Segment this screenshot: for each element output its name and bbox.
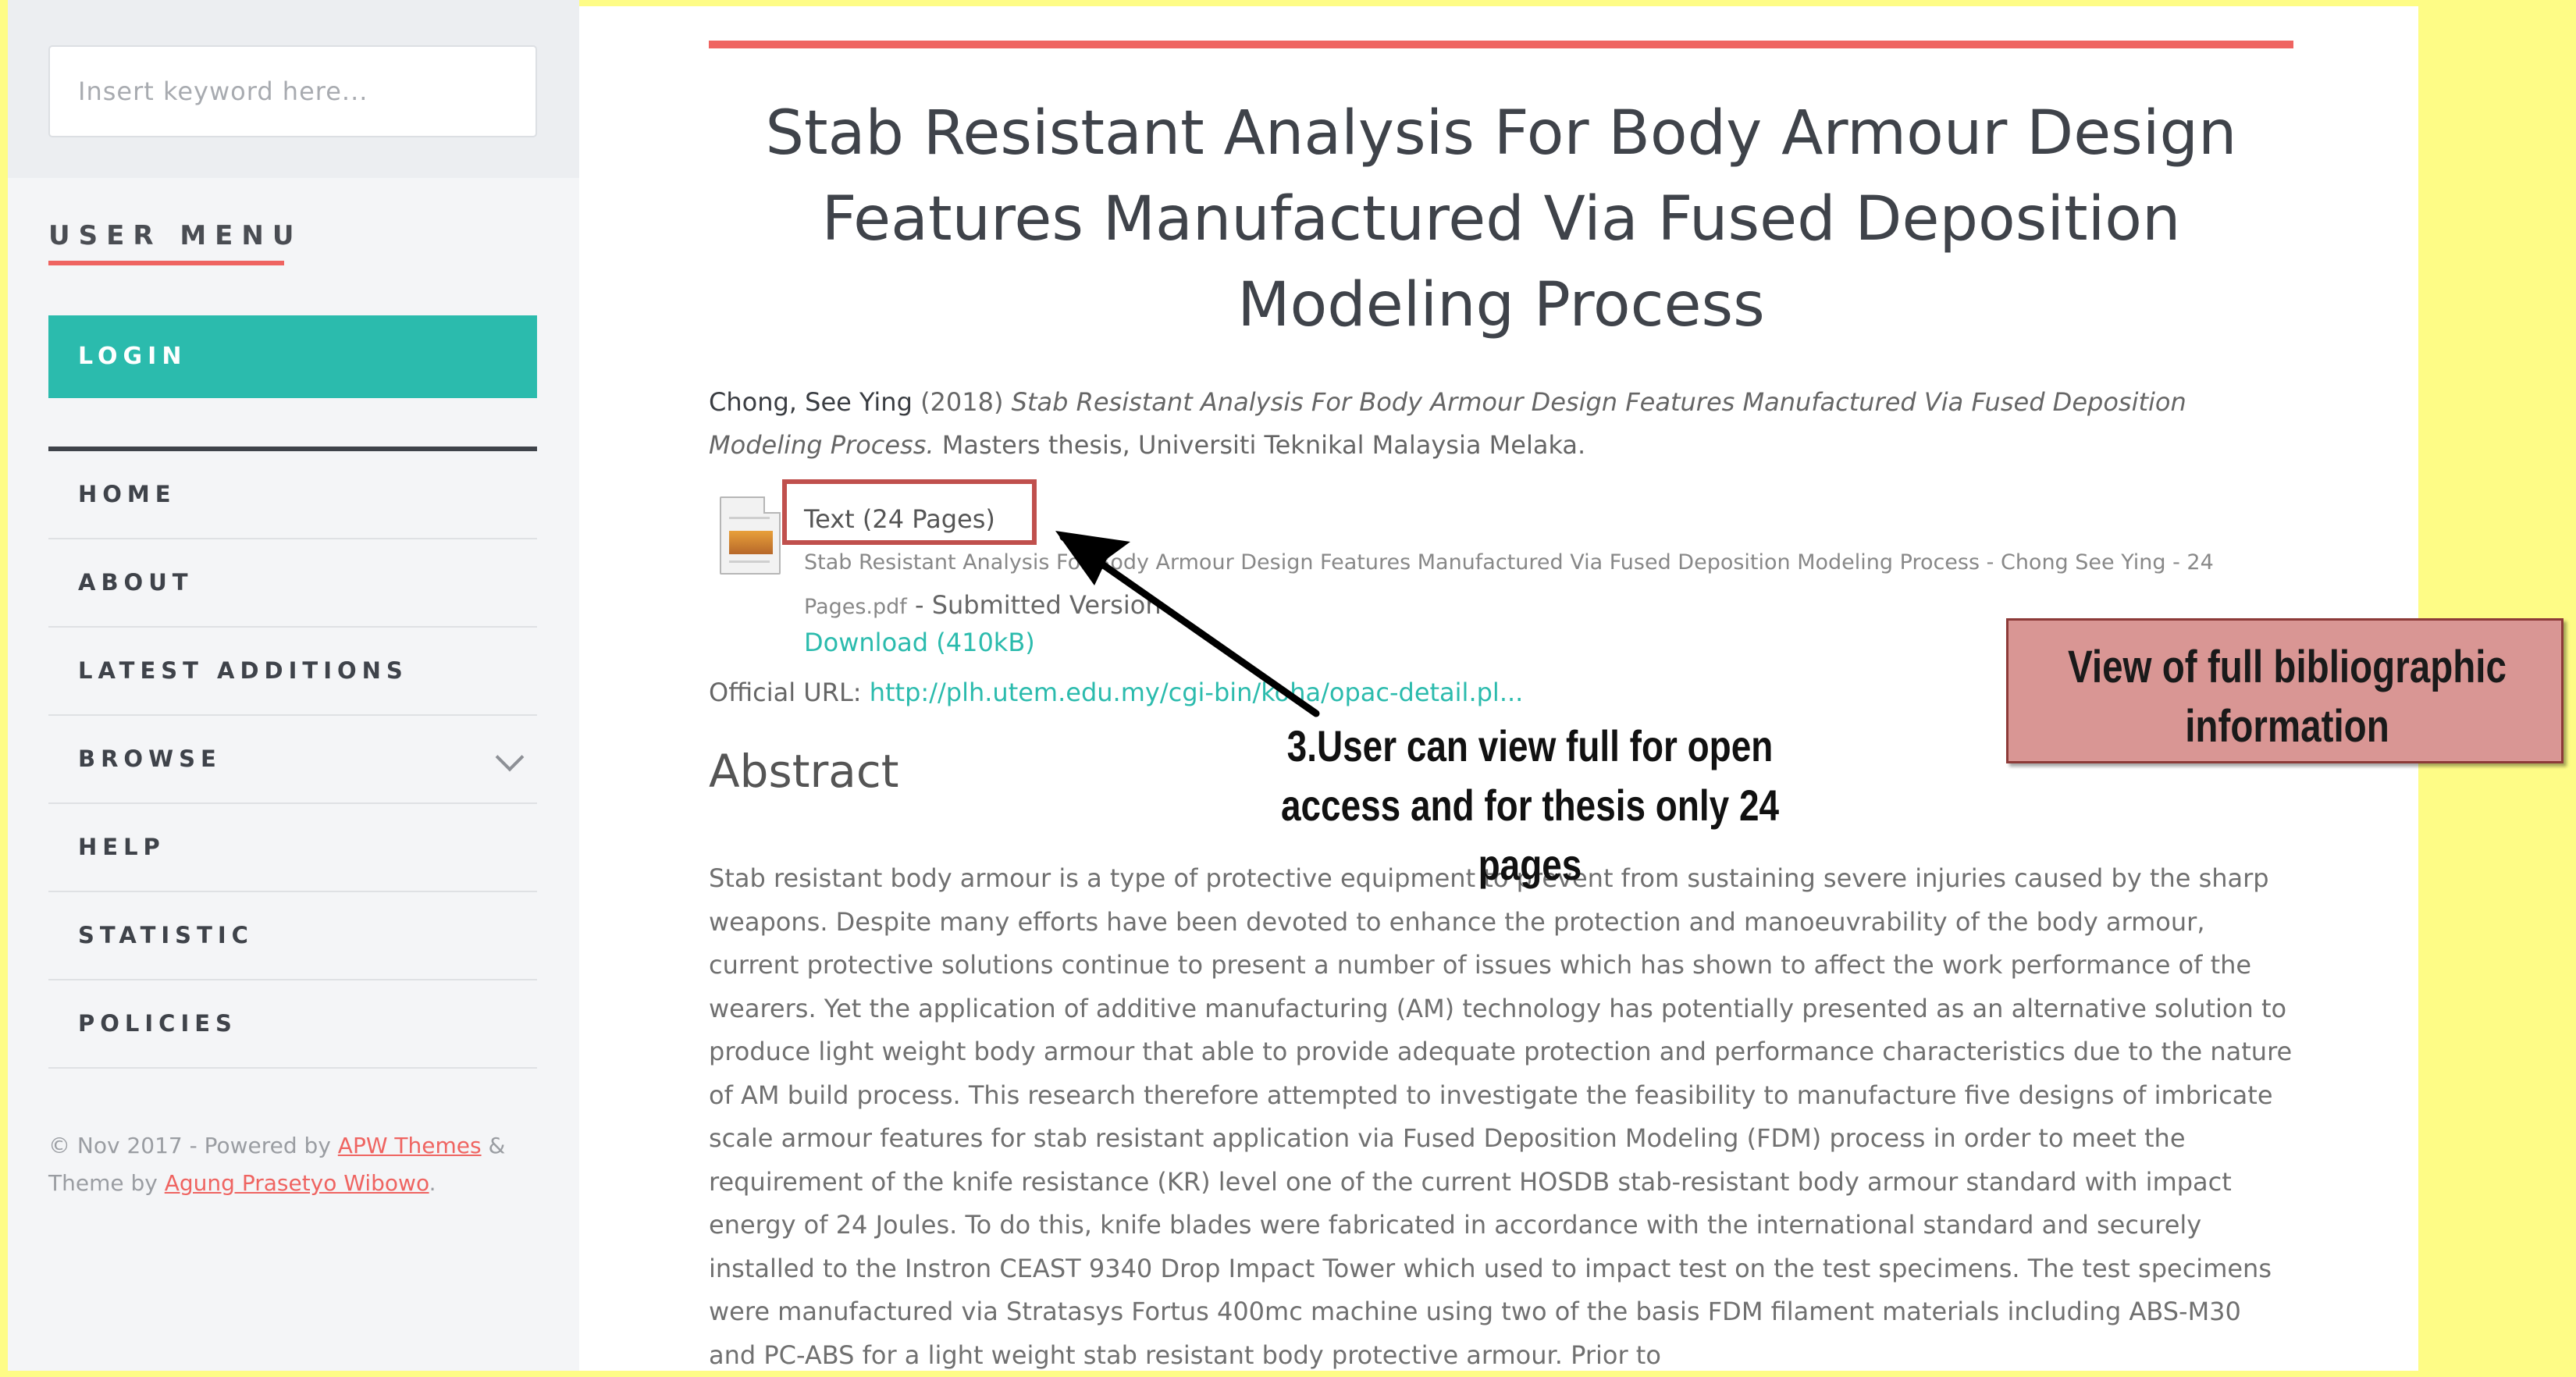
sidebar-item-help[interactable]: HELP (48, 804, 537, 892)
document-filename: Stab Resistant Analysis For Body Armour … (804, 542, 2272, 628)
document-version: - Submitted Version (906, 590, 1162, 620)
sidebar-item-home[interactable]: HOME (48, 451, 537, 539)
pdf-document-icon[interactable] (720, 496, 781, 575)
official-url: Official URL: http://plh.utem.edu.my/cgi… (709, 678, 1523, 707)
sidebar-item-label: STATISTIC (78, 922, 254, 948)
search-area (8, 0, 579, 178)
footer-suffix: . (429, 1170, 436, 1196)
bibliographic-callout: View of full bibliographic information (2006, 618, 2564, 763)
search-input[interactable] (48, 45, 537, 137)
chevron-down-icon[interactable] (495, 742, 525, 772)
abstract-heading: Abstract (709, 745, 899, 798)
sidebar-item-label: HELP (78, 834, 165, 860)
sidebar-item-latest-additions[interactable]: LATEST ADDITIONS (48, 628, 537, 716)
sidebar-item-label: POLICIES (78, 1010, 237, 1037)
abstract-text: Stab resistant body armour is a type of … (709, 863, 2293, 1370)
citation: Chong, See Ying (2018) Stab Resistant An… (709, 381, 2293, 467)
sidebar-item-label: ABOUT (78, 569, 194, 596)
sidebar-item-browse[interactable]: BROWSE (48, 716, 537, 804)
sidebar-item-statistic[interactable]: STATISTIC (48, 892, 537, 980)
citation-author: Chong, See Ying (709, 387, 913, 417)
sidebar-item-label: BROWSE (78, 745, 222, 772)
official-url-link[interactable]: http://plh.utem.edu.my/cgi-bin/koha/opac… (870, 678, 1524, 707)
sidebar-nav: HOME ABOUT LATEST ADDITIONS BROWSE HELP … (48, 451, 537, 1069)
login-button[interactable]: LOGIN (48, 315, 537, 398)
sidebar-item-label: LATEST ADDITIONS (78, 657, 408, 684)
citation-rest: Masters thesis, Universiti Teknikal Mala… (934, 430, 1586, 460)
apw-themes-link[interactable]: APW Themes (338, 1133, 482, 1158)
footer-amp: & (481, 1133, 506, 1158)
download-link[interactable]: Download (410kB) (804, 628, 1035, 657)
sidebar-item-about[interactable]: ABOUT (48, 539, 537, 628)
callout-box-text: View of full bibliographic information (2068, 642, 2507, 752)
official-url-label: Official URL: (709, 678, 870, 707)
sidebar-item-label: HOME (78, 481, 176, 507)
sidebar-item-policies[interactable]: POLICIES (48, 980, 537, 1069)
title-top-rule (709, 41, 2293, 48)
footer-copyright: © Nov 2017 - Powered by (48, 1133, 338, 1158)
citation-year: (2018) (912, 387, 1012, 417)
heading-underline (48, 261, 284, 265)
highlight-box (782, 479, 1037, 545)
footer-theme-by: Theme by (48, 1170, 165, 1196)
user-menu-heading: USER MENU (48, 220, 303, 251)
author-link[interactable]: Agung Prasetyo Wibowo (165, 1170, 429, 1196)
page-title: Stab Resistant Analysis For Body Armour … (765, 98, 2237, 340)
sidebar-footer: © Nov 2017 - Powered by APW Themes & The… (48, 1127, 548, 1202)
arrow-callout-text: 3.User can view full for open access and… (1280, 721, 1780, 889)
sidebar: USER MENU LOGIN HOME ABOUT LATEST ADDITI… (8, 0, 579, 1371)
